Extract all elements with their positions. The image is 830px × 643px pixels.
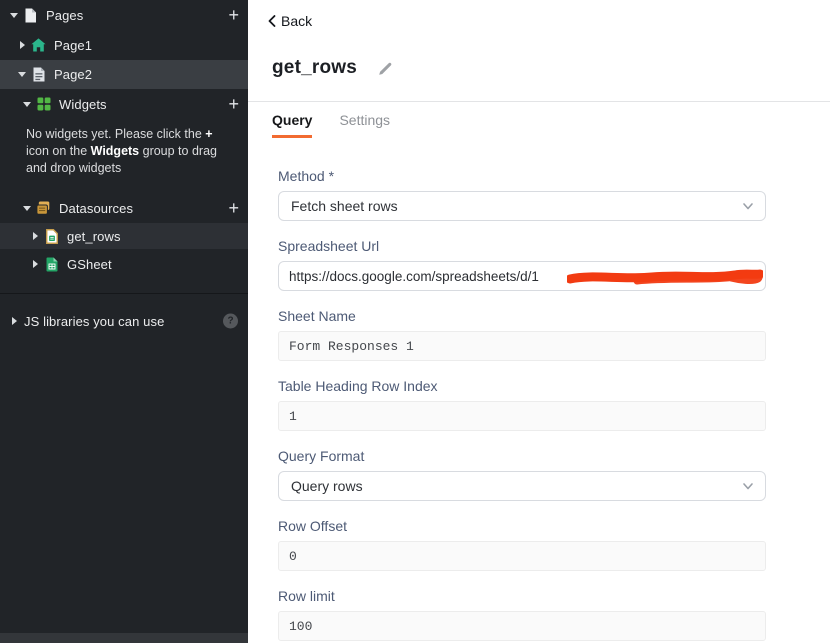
gsheet-label: GSheet — [67, 257, 112, 272]
no-widgets-hint: No widgets yet. Please click the + icon … — [26, 126, 234, 177]
tab-bar: Query Settings — [248, 102, 830, 138]
row-limit-value: 100 — [289, 619, 312, 634]
add-page-button[interactable]: + — [228, 6, 239, 24]
query-sheet-file-icon — [43, 229, 60, 244]
sidebar-js-libraries[interactable]: JS libraries you can use ? — [0, 307, 248, 335]
sidebar-item-page2[interactable]: Page2 — [0, 60, 248, 89]
row-offset-label: Row Offset — [278, 518, 766, 534]
field-method: Method * Fetch sheet rows — [278, 168, 766, 221]
chevron-left-icon — [268, 15, 276, 27]
tab-query[interactable]: Query — [272, 112, 312, 138]
page1-label: Page1 — [54, 38, 92, 53]
pages-icon — [22, 8, 39, 23]
query-form: Method * Fetch sheet rows Spreadsheet Ur… — [248, 138, 766, 641]
widgets-icon — [35, 97, 52, 111]
sheet-name-value: Form Responses 1 — [289, 339, 414, 354]
widgets-group-label: Widgets — [59, 97, 107, 112]
edit-pencil-icon[interactable] — [378, 61, 393, 76]
add-datasource-button[interactable]: + — [228, 199, 239, 217]
row-limit-label: Row limit — [278, 588, 766, 604]
chevron-down-icon — [741, 479, 755, 493]
chevron-down-icon[interactable] — [16, 72, 28, 77]
method-select[interactable]: Fetch sheet rows — [278, 191, 766, 221]
row-limit-input[interactable]: 100 — [278, 611, 766, 641]
page-title: get_rows — [272, 57, 357, 79]
query-format-select[interactable]: Query rows — [278, 471, 766, 501]
help-icon[interactable]: ? — [223, 314, 238, 329]
back-button[interactable]: Back — [248, 0, 830, 32]
chevron-right-icon[interactable] — [8, 317, 20, 325]
field-query-format: Query Format Query rows — [278, 448, 766, 501]
get-rows-label: get_rows — [67, 229, 121, 244]
query-format-select-value: Query rows — [291, 478, 363, 494]
sidebar-group-pages[interactable]: Pages + — [0, 0, 248, 30]
spreadsheet-url-label: Spreadsheet Url — [278, 238, 766, 254]
method-label: Method * — [278, 168, 766, 184]
chevron-down-icon[interactable] — [8, 13, 20, 18]
datasources-group-label: Datasources — [59, 201, 133, 216]
page2-label: Page2 — [54, 67, 92, 82]
sheet-name-label: Sheet Name — [278, 308, 766, 324]
entity-explorer-sidebar: Pages + Page1 Pa — [0, 0, 248, 643]
datasources-icon — [35, 201, 52, 215]
add-widget-button[interactable]: + — [228, 95, 239, 113]
spreadsheet-url-value: https://docs.google.com/spreadsheets/d/1 — [289, 269, 539, 284]
chevron-right-icon[interactable] — [29, 260, 41, 268]
method-select-value: Fetch sheet rows — [291, 198, 398, 214]
home-icon — [30, 38, 47, 52]
redaction-scribble — [567, 266, 763, 288]
table-heading-row-index-value: 1 — [289, 409, 297, 424]
page-file-icon — [30, 67, 47, 82]
hint-widgets-word: Widgets — [91, 144, 140, 158]
sidebar-group-widgets[interactable]: Widgets + — [0, 89, 248, 119]
sidebar-item-get-rows[interactable]: get_rows — [0, 223, 248, 249]
table-heading-row-index-label: Table Heading Row Index — [278, 378, 766, 394]
title-row: get_rows — [248, 55, 830, 81]
field-spreadsheet-url: Spreadsheet Url https://docs.google.com/… — [278, 238, 766, 291]
field-row-limit: Row limit 100 — [278, 588, 766, 641]
table-heading-row-index-input[interactable]: 1 — [278, 401, 766, 431]
sidebar-item-gsheet[interactable]: GSheet — [0, 249, 248, 279]
field-sheet-name: Sheet Name Form Responses 1 — [278, 308, 766, 361]
sidebar-item-page1[interactable]: Page1 — [0, 30, 248, 60]
gsheet-icon — [43, 257, 60, 272]
sidebar-section-divider — [0, 293, 248, 294]
js-libraries-label: JS libraries you can use — [24, 314, 164, 329]
sidebar-scrollbar-track[interactable] — [0, 633, 248, 643]
sidebar-group-datasources[interactable]: Datasources + — [0, 193, 248, 223]
sheet-name-input[interactable]: Form Responses 1 — [278, 331, 766, 361]
query-editor-panel: Back get_rows Query Settings Method * Fe… — [248, 0, 830, 643]
chevron-right-icon[interactable] — [29, 232, 41, 240]
row-offset-value: 0 — [289, 549, 297, 564]
spreadsheet-url-input[interactable]: https://docs.google.com/spreadsheets/d/1 — [278, 261, 766, 291]
pages-group-label: Pages — [46, 8, 83, 23]
chevron-down-icon[interactable] — [21, 102, 33, 107]
tab-settings[interactable]: Settings — [339, 112, 390, 138]
hint-plus-glyph: + — [205, 127, 212, 141]
back-label: Back — [281, 13, 312, 29]
chevron-right-icon[interactable] — [16, 41, 28, 49]
app-window: Pages + Page1 Pa — [0, 0, 830, 643]
row-offset-input[interactable]: 0 — [278, 541, 766, 571]
chevron-down-icon[interactable] — [21, 206, 33, 211]
chevron-down-icon — [741, 199, 755, 213]
query-format-label: Query Format — [278, 448, 766, 464]
field-table-heading-row-index: Table Heading Row Index 1 — [278, 378, 766, 431]
field-row-offset: Row Offset 0 — [278, 518, 766, 571]
